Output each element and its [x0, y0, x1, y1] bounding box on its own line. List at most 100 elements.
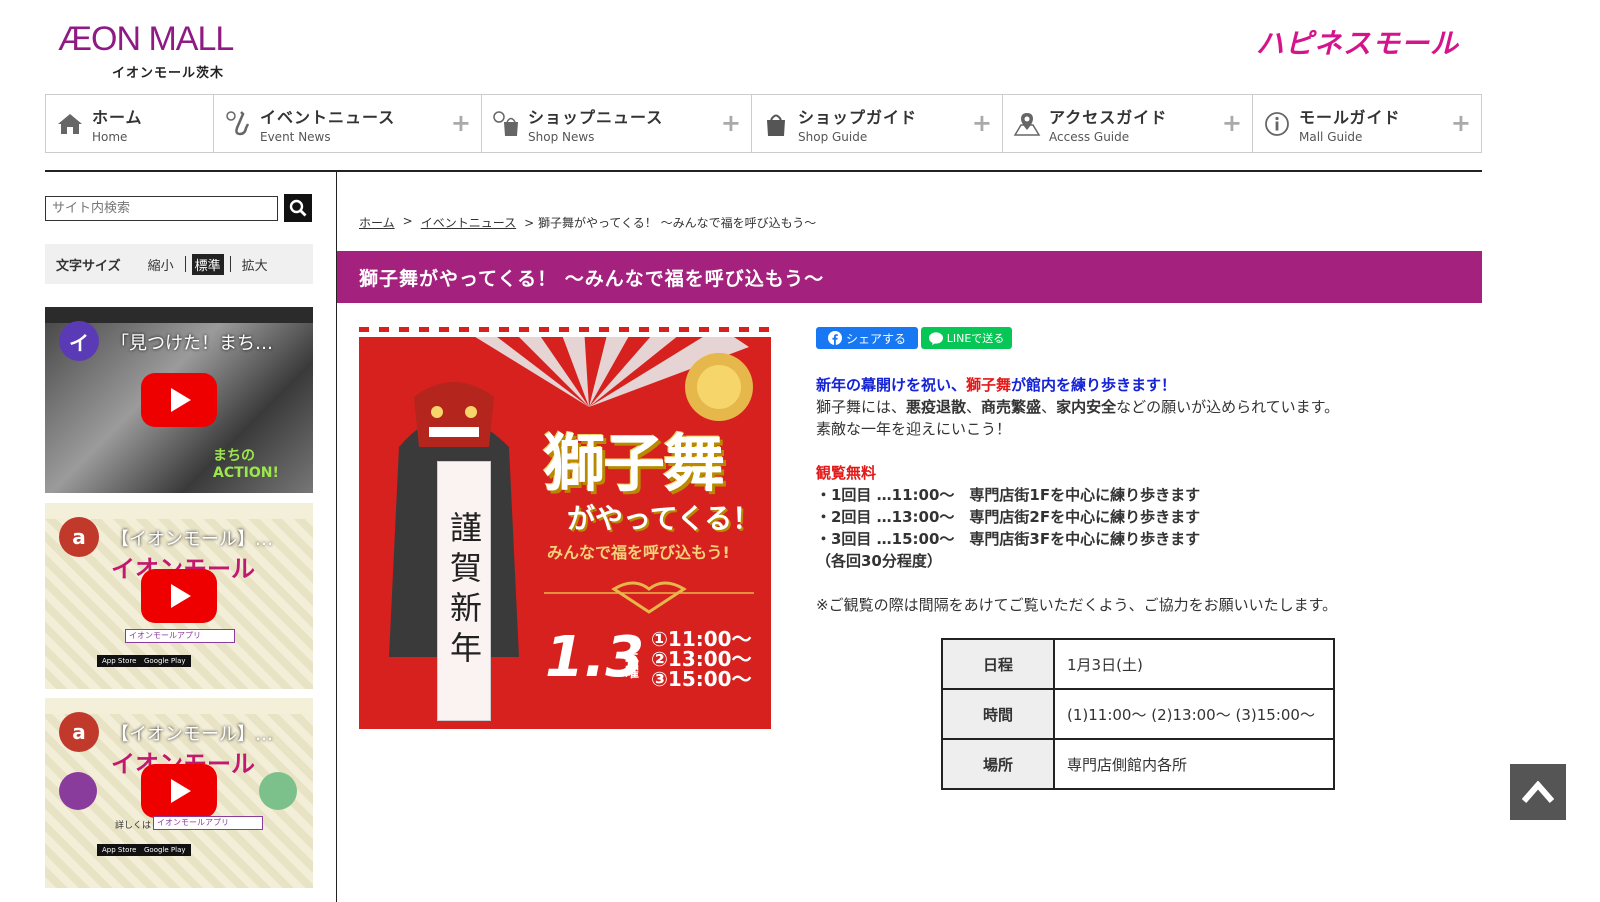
poster-subheadline: がやってくる！: [567, 502, 761, 535]
expand-plus-icon[interactable]: +: [972, 111, 992, 135]
font-size-standard[interactable]: 標準: [191, 253, 224, 275]
share-label: シェアする: [845, 331, 906, 346]
free-admission: 観覧無料: [816, 464, 877, 482]
facebook-share-button[interactable]: シェアする: [816, 327, 918, 349]
breadcrumb-separator: >: [402, 214, 413, 228]
nav-event-news[interactable]: イベントニュース Event News +: [214, 95, 482, 152]
font-size-small[interactable]: 縮小: [143, 255, 179, 274]
nav-label-ja: ホーム: [92, 107, 143, 127]
lead-highlight: 獅子舞: [966, 376, 1012, 394]
nav-label-ja: ショップニュース: [528, 107, 664, 127]
line-icon: [928, 331, 943, 345]
expand-plus-icon[interactable]: +: [1451, 111, 1471, 135]
video-overlay-text: まちの ACTION!: [213, 448, 279, 481]
bold-text: 商売繁盛: [981, 398, 1042, 416]
mall-name: イオンモール茨木: [112, 66, 225, 81]
schedule-item: ・2回目 …13:00〜 専門店街2Fを中心に練り歩きます: [816, 508, 1201, 526]
page-top-button[interactable]: [1510, 764, 1566, 820]
info-icon: [1263, 110, 1291, 138]
channel-avatar: a: [59, 517, 99, 557]
nav-shop-guide[interactable]: ショップガイド Shop Guide +: [752, 95, 1003, 152]
nav-mall-guide[interactable]: モールガイド Mall Guide +: [1253, 95, 1481, 152]
app-store-badge: App Store: [97, 655, 142, 667]
paragraph-2: 素敵な一年を迎えにいこう！: [816, 420, 1012, 438]
table-row: 日程 1月3日(土): [941, 638, 1335, 690]
mascot-right: [259, 772, 297, 810]
poster-headline: 獅子舞: [543, 427, 725, 500]
nav-label-ja: アクセスガイド: [1049, 107, 1168, 127]
poster-time: ①11:00〜: [651, 627, 752, 651]
text: 獅子舞には、: [816, 398, 907, 416]
lead-part: 新年の幕開けを祝い、: [816, 376, 967, 394]
separator: [184, 256, 186, 272]
expand-plus-icon[interactable]: +: [451, 111, 471, 135]
table-header-cell: 場所: [941, 738, 1055, 790]
lead-text: 新年の幕開けを祝い、獅子舞が館内を練り歩きます！: [816, 374, 1176, 395]
schedule-item: ・3回目 …15:00〜 専門店街3Fを中心に練り歩きます: [816, 530, 1201, 548]
breadcrumb-home-link[interactable]: ホーム: [359, 214, 395, 231]
nav-label-en: Event News: [260, 129, 331, 144]
poster-tagline: みんなで福を呼び込もう!: [547, 543, 730, 562]
search-icon: [289, 199, 307, 217]
text: などの願いが込められています。: [1116, 398, 1340, 416]
aeon-mall-logo[interactable]: ÆON MALL: [58, 22, 234, 56]
home-icon: [56, 110, 84, 138]
event-poster: 謹賀新年 獅子舞 がやってくる！ みんなで福を呼び込もう! 1.3 土曜 ①11…: [359, 327, 771, 739]
text: 、: [966, 398, 982, 416]
search-button[interactable]: [284, 194, 312, 222]
separator: [229, 256, 231, 272]
global-nav: ホーム Home イベントニュース Event News + ショップニュース Sho…: [45, 94, 1482, 153]
play-icon[interactable]: [141, 569, 217, 623]
site-search-input[interactable]: [45, 196, 278, 221]
video-title: 【イオンモール】…: [111, 529, 273, 550]
nav-label-en: Mall Guide: [1299, 129, 1363, 144]
video-embed-1[interactable]: イ 「見つけた！まち… まちの ACTION!: [45, 307, 313, 493]
nav-home[interactable]: ホーム Home: [46, 95, 214, 152]
font-size-large[interactable]: 拡大: [237, 255, 273, 274]
lead-part: が館内を練り歩きます！: [1011, 376, 1177, 394]
bold-text: 家内安全: [1056, 398, 1117, 416]
shopping-bag-icon: [492, 110, 520, 138]
google-play-badge: Google Play: [139, 655, 191, 667]
nav-shop-news[interactable]: ショップニュース Shop News +: [482, 95, 752, 152]
expand-plus-icon[interactable]: +: [721, 111, 741, 135]
map-pin-icon: [1013, 110, 1041, 138]
video-title: 【イオンモール】…: [111, 724, 273, 745]
table-header-cell: 日程: [941, 638, 1055, 690]
event-info-table: 日程 1月3日(土) 時間 (1)11:00〜 (2)13:00〜 (3)15:…: [941, 638, 1335, 790]
breadcrumb-current: > 獅子舞がやってくる！ 〜みんなで福を呼び込もう〜: [524, 216, 817, 230]
page-title-bar: 獅子舞がやってくる！ 〜みんなで福を呼び込もう〜: [337, 251, 1482, 303]
table-row: 場所 専門店側館内各所: [941, 738, 1335, 790]
play-icon[interactable]: [141, 373, 217, 427]
arrow-up-icon: [1522, 781, 1554, 803]
notice-text: ※ご観覧の際は間隔をあけてご覧いただくよう、ご協力をお願いいたします。: [816, 596, 1338, 614]
nav-label-en: Shop Guide: [798, 129, 868, 144]
video-title: 「見つけた！まち…: [111, 333, 273, 354]
poster-time: ③15:00〜: [651, 667, 752, 691]
poster-times: ①11:00〜 ②13:00〜 ③15:00〜: [651, 629, 752, 689]
table-row: 時間 (1)11:00〜 (2)13:00〜 (3)15:00〜: [941, 688, 1335, 740]
nav-access-guide[interactable]: アクセスガイド Access Guide +: [1003, 95, 1253, 152]
expand-plus-icon[interactable]: +: [1222, 111, 1242, 135]
channel-avatar: a: [59, 712, 99, 752]
nav-label-en: Shop News: [528, 129, 595, 144]
duration-note: （各回30分程度）: [816, 552, 942, 570]
google-play-badge: Google Play: [139, 844, 191, 856]
app-search-box: イオンモールアプリ: [125, 629, 235, 643]
play-icon[interactable]: [141, 764, 217, 818]
paragraph-1: 獅子舞には、悪疫退散、商売繁盛、家内安全などの願いが込められています。: [816, 396, 1339, 417]
breadcrumb-event-link[interactable]: イベントニュース: [421, 214, 516, 231]
poster-time: ②13:00〜: [651, 647, 752, 671]
video-embed-3[interactable]: イオンモール a 【イオンモール】… 詳しくは イオンモールアプリ App St…: [45, 698, 313, 888]
nav-label-ja: ショップガイド: [798, 107, 918, 127]
happiness-mall-logo[interactable]: ハピネスモール: [1256, 22, 1459, 62]
bold-text: 悪疫退散: [906, 398, 967, 416]
table-cell: 1月3日(土): [1053, 638, 1335, 690]
header-divider: [45, 170, 1482, 172]
page-title: 獅子舞がやってくる！ 〜みんなで福を呼び込もう〜: [359, 267, 825, 290]
nav-label-en: Home: [92, 129, 128, 144]
video-embed-2[interactable]: イオンモール a 【イオンモール】… イオンモールアプリ App Store G…: [45, 503, 313, 689]
line-share-button[interactable]: LINEで送る: [921, 327, 1012, 349]
app-store-badge: App Store: [97, 844, 142, 856]
table-cell: 専門店側館内各所: [1053, 738, 1335, 790]
